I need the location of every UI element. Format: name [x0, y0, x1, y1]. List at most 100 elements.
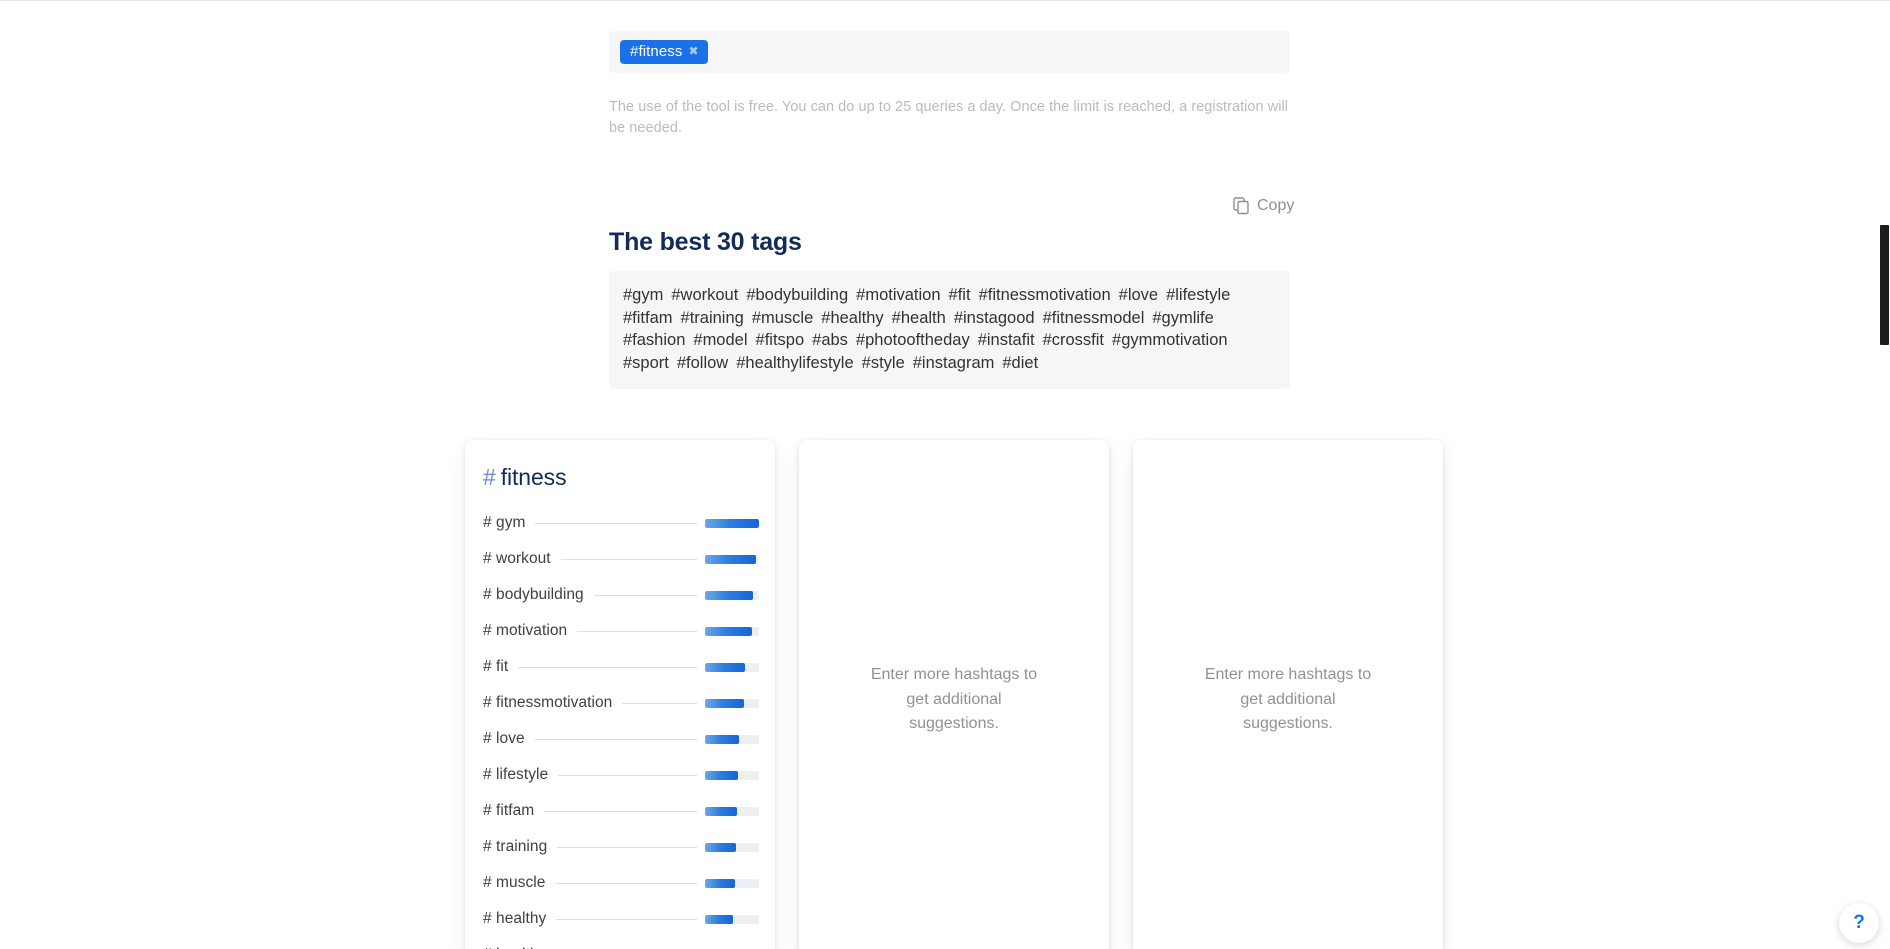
popularity-bar-fill	[705, 878, 735, 888]
card-empty-2: Enter more hashtags to get additional su…	[1133, 440, 1443, 949]
popularity-bar	[705, 662, 759, 672]
hashtag-input[interactable]: #fitness ✖	[609, 31, 1290, 73]
popularity-bar-fill	[705, 842, 736, 852]
hashtag-rank-row: # bodybuilding	[483, 577, 759, 613]
popularity-bar	[705, 590, 759, 600]
popularity-bar-fill	[705, 554, 757, 564]
close-icon[interactable]: ✖	[689, 45, 699, 58]
popularity-bar-fill	[705, 662, 745, 672]
hashtag-rank-label: # love	[483, 730, 525, 747]
best-tag-item: #instagram	[912, 353, 995, 372]
popularity-bar-fill	[705, 590, 754, 600]
scrollbar-thumb[interactable]	[1880, 225, 1889, 345]
row-divider	[593, 594, 697, 596]
row-divider	[534, 738, 697, 740]
best-tag-item: #gymlife	[1152, 308, 1214, 327]
hashtag-rank-label: # fitfam	[483, 802, 535, 819]
hash-icon: #	[483, 464, 496, 490]
popularity-bar	[705, 878, 759, 888]
best-tag-item: #fitnessmotivation	[978, 286, 1111, 304]
popularity-bar	[705, 842, 759, 852]
card-title-text: fitness	[500, 464, 567, 490]
hashtag-rank-track	[558, 770, 759, 780]
best-tag-item: #crossfit	[1042, 331, 1105, 350]
card-fitness: # fitness # gym # workout # bodybuilding # m…	[465, 440, 775, 949]
row-divider	[560, 558, 697, 560]
best-tag-item: #abs	[812, 331, 848, 350]
row-divider	[518, 666, 697, 668]
best-tag-item: #health	[891, 308, 946, 327]
popularity-bar-fill	[705, 734, 740, 744]
best-tag-item: #diet	[1002, 353, 1039, 372]
hashtag-rank-label: # motivation	[483, 622, 568, 639]
help-button[interactable]: ?	[1839, 903, 1879, 943]
best-tag-item: #fitfam	[623, 308, 673, 327]
best-tag-item: #muscle	[751, 308, 814, 327]
row-divider	[577, 630, 697, 632]
page-root: #fitness ✖ The use of the tool is free. …	[0, 0, 1890, 949]
hashtag-rank-track	[556, 914, 759, 924]
hashtag-rank-track	[622, 698, 759, 708]
popularity-bar	[705, 698, 759, 708]
popularity-bar-fill	[705, 914, 734, 924]
best-tag-item: #gymmotivation	[1112, 331, 1228, 350]
best-tag-item: #bodybuilding	[746, 286, 849, 304]
best-tag-item: #fitnessmodel	[1042, 308, 1145, 327]
popularity-bar	[705, 518, 759, 528]
tag-chip-label: #fitness	[630, 43, 683, 60]
best-tag-item: #healthy	[821, 308, 884, 327]
hashtag-rank-track	[555, 878, 759, 888]
hashtag-rank-label: # muscle	[483, 874, 546, 891]
hashtag-rank-row: # fit	[483, 649, 759, 685]
page-title: The best 30 tags	[609, 228, 802, 256]
scrollbar[interactable]	[1879, 0, 1890, 949]
hashtag-rank-track	[535, 518, 759, 528]
best-tags-list: #gym #workout #bodybuilding #motivation #fit…	[623, 284, 1276, 374]
best-tag-item: #motivation	[856, 286, 941, 304]
popularity-bar	[705, 914, 759, 924]
question-mark-icon: ?	[1853, 912, 1865, 933]
hashtag-rank-track	[577, 626, 759, 636]
best-tags-box[interactable]: #gym #workout #bodybuilding #motivation #fit…	[609, 271, 1290, 390]
best-tag-item: #training	[680, 308, 744, 327]
hashtag-rank-row: # lifestyle	[483, 757, 759, 793]
row-divider	[622, 702, 697, 704]
tag-chip-fitness[interactable]: #fitness ✖	[620, 40, 708, 64]
hashtag-rank-row: # love	[483, 721, 759, 757]
row-divider	[558, 774, 697, 776]
hashtag-rank-label: # gym	[483, 514, 526, 531]
hashtag-rank-row: # fitnessmotivation	[483, 685, 759, 721]
best-tag-item: #workout	[671, 286, 739, 304]
hashtag-rank-row: # healthy	[483, 901, 759, 937]
hashtag-rank-track	[534, 734, 759, 744]
hashtag-rank-track	[557, 842, 759, 852]
card-title: # fitness	[465, 440, 775, 491]
hashtag-rank-label: # bodybuilding	[483, 586, 584, 603]
best-tag-item: #gym	[623, 286, 664, 304]
hashtag-rank-label: # training	[483, 838, 548, 855]
hashtag-rank-track	[518, 662, 759, 672]
best-tag-item: #fit	[948, 286, 971, 304]
popularity-bar-fill	[705, 518, 759, 528]
hashtag-rank-row: # workout	[483, 541, 759, 577]
hashtag-rank-label: # fit	[483, 658, 509, 675]
tool-usage-note: The use of the tool is free. You can do …	[609, 99, 1289, 136]
best-tag-item: #instagood	[953, 308, 1035, 327]
row-divider	[556, 918, 697, 920]
popularity-bar-fill	[705, 626, 752, 636]
hashtag-rank-row: # muscle	[483, 865, 759, 901]
best-tag-item: #instafit	[977, 331, 1035, 350]
popularity-bar-fill	[705, 806, 737, 816]
best-tag-item: #fitspo	[755, 331, 805, 350]
suggestion-cards: # fitness # gym # workout # bodybuilding # m…	[465, 440, 1465, 949]
hashtag-rank-row: # motivation	[483, 613, 759, 649]
best-tag-item: #follow	[676, 353, 729, 372]
copy-button[interactable]: Copy	[1233, 197, 1294, 215]
top-divider	[0, 0, 1890, 1]
best-tag-item: #fashion	[623, 331, 686, 350]
hashtag-rank-track	[593, 590, 759, 600]
popularity-bar	[705, 626, 759, 636]
empty-state-text: Enter more hashtags to get additional su…	[1204, 665, 1372, 733]
best-tag-item: #style	[861, 353, 905, 372]
hashtag-rank-label: # fitnessmotivation	[483, 694, 613, 711]
